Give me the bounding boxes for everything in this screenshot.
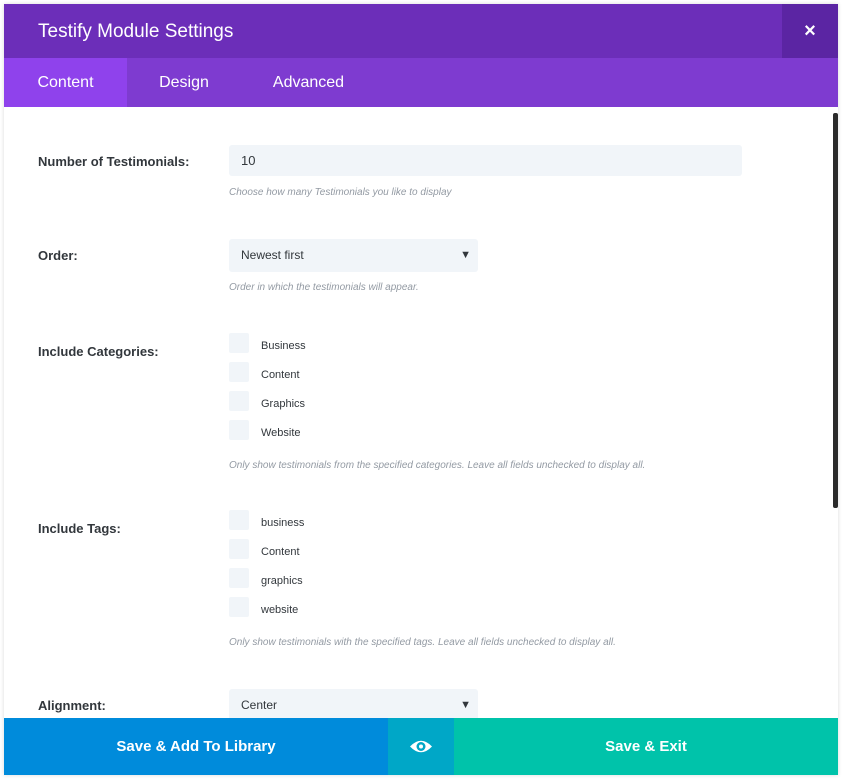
category-business-label: Business — [261, 340, 306, 352]
category-website-checkbox[interactable] — [229, 420, 249, 440]
tag-content-label: Content — [261, 546, 300, 558]
tag-website-label: website — [261, 604, 299, 616]
category-graphics-checkbox[interactable] — [229, 391, 249, 411]
tab-design[interactable]: Design — [127, 58, 241, 107]
category-content-label: Content — [261, 369, 300, 381]
number-of-testimonials-input[interactable]: 10 — [229, 145, 742, 176]
save-and-exit-button[interactable]: Save & Exit — [454, 718, 838, 775]
alignment-select-value: Center — [241, 698, 278, 712]
category-business-checkbox[interactable] — [229, 333, 249, 353]
tag-business-label: business — [261, 517, 305, 529]
modal-title: Testify Module Settings — [38, 21, 234, 42]
category-graphics-label: Graphics — [261, 398, 306, 410]
tab-content[interactable]: Content — [4, 58, 127, 107]
close-icon: × — [804, 20, 816, 42]
tag-content-checkbox[interactable] — [229, 539, 249, 559]
tag-business-checkbox[interactable] — [229, 510, 249, 530]
module-settings-modal: Testify Module Settings × Content Design… — [4, 4, 838, 775]
save-add-to-library-button[interactable]: Save & Add To Library — [4, 718, 388, 775]
order-description: Order in which the testimonials will app… — [229, 282, 419, 293]
order-label: Order: — [38, 248, 78, 263]
category-website-label: Website — [261, 427, 301, 439]
number-of-testimonials-label: Number of Testimonials: — [38, 154, 190, 169]
caret-down-icon: ▼ — [460, 699, 471, 711]
modal-header: Testify Module Settings × — [4, 4, 838, 58]
tab-advanced[interactable]: Advanced — [241, 58, 376, 107]
settings-content: Number of Testimonials: 10 Choose how ma… — [4, 107, 838, 718]
settings-tabs: Content Design Advanced — [4, 58, 838, 107]
close-button[interactable]: × — [782, 4, 838, 58]
tag-graphics-label: graphics — [261, 575, 303, 587]
tag-website-checkbox[interactable] — [229, 597, 249, 617]
alignment-label: Alignment: — [38, 698, 106, 713]
caret-down-icon: ▼ — [460, 249, 471, 261]
order-select-value: Newest first — [241, 248, 304, 262]
preview-button[interactable] — [388, 718, 454, 775]
order-select[interactable]: Newest first ▼ — [229, 239, 478, 272]
scrollbar[interactable] — [833, 113, 838, 508]
include-categories-description: Only show testimonials from the specifie… — [229, 460, 646, 471]
alignment-select[interactable]: Center ▼ — [229, 689, 478, 718]
tag-graphics-checkbox[interactable] — [229, 568, 249, 588]
include-tags-description: Only show testimonials with the specifie… — [229, 637, 616, 648]
eye-icon — [410, 740, 432, 753]
include-tags-label: Include Tags: — [38, 521, 121, 536]
modal-footer: Save & Add To Library Save & Exit — [4, 718, 838, 775]
include-categories-label: Include Categories: — [38, 344, 159, 359]
number-of-testimonials-description: Choose how many Testimonials you like to… — [229, 187, 452, 198]
category-content-checkbox[interactable] — [229, 362, 249, 382]
